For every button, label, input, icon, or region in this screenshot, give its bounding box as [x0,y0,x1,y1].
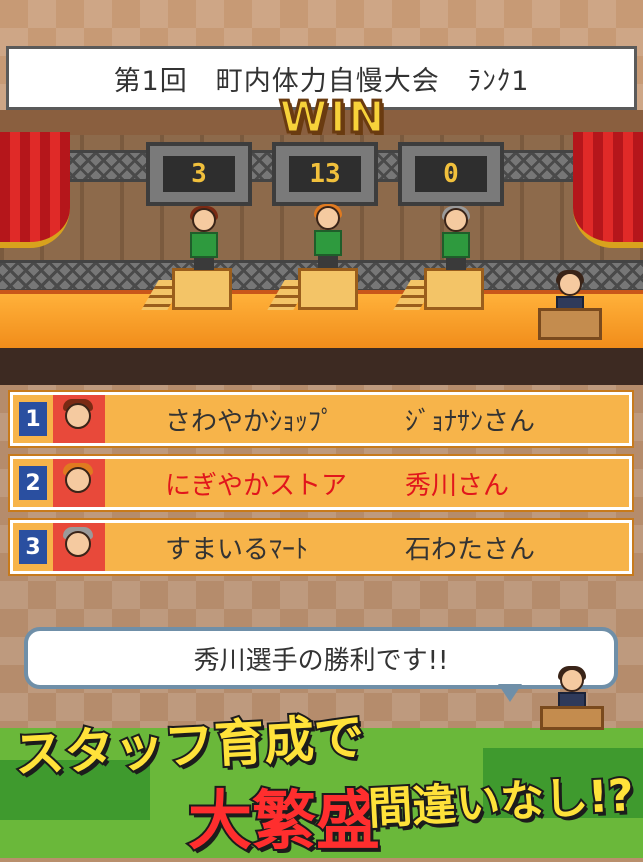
promo-line-2: 大繁盛 [186,783,382,861]
rank-person-2: 秀川さん [405,470,510,501]
announcer-desk-small [540,706,604,730]
podium-2 [298,268,358,310]
rank-badge-2: 2 [19,466,47,500]
podium-3 [424,268,484,310]
rank-person-3: 石わたさん [405,534,536,565]
contestant-2-sprite [308,204,348,268]
podium-1 [172,268,232,310]
rank-avatar-2 [53,459,105,507]
win-logo: WIN [278,90,387,144]
rank-store-3: すまいるﾏｰﾄ [165,534,309,565]
ranking-row-3: 3 すまいるﾏｰﾄ 石わたさん [10,520,632,574]
announcer-desk [538,308,602,340]
rank-person-1: ｼﾞｮﾅｻﾝさん [405,406,536,437]
announcer-sprite-small [540,666,604,730]
rank-badge-1: 1 [19,402,47,436]
rank-avatar-3 [53,523,105,571]
score-value-1: 3 [163,156,235,192]
rank-badge-3: 3 [19,530,47,564]
score-board-3: 0 [398,142,504,206]
stage-floor-shadow [0,348,643,388]
score-value-2: 13 [289,156,361,192]
speech-text: 秀川選手の勝利です!! [193,645,449,676]
speech-bubble-tail [498,684,522,702]
ranking-row-2: 2 にぎやかストア 秀川さん [10,456,632,510]
rank-store-1: さわやかｼｮｯﾌﾟ [165,406,335,437]
announcer-sprite [538,270,602,342]
rank-avatar-1 [53,395,105,443]
curtain-right [573,132,643,248]
announcer-speech-bubble[interactable]: 秀川選手の勝利です!! [24,627,618,689]
score-board-2: 13 [272,142,378,206]
rank-store-2: にぎやかストア [165,470,348,501]
curtain-left [0,132,70,248]
ranking-row-1: 1 さわやかｼｮｯﾌﾟ ｼﾞｮﾅｻﾝさん [10,392,632,446]
contestant-3-sprite [436,206,476,270]
contestant-1-sprite [184,206,224,270]
score-board-1: 3 [146,142,252,206]
score-value-3: 0 [415,156,487,192]
